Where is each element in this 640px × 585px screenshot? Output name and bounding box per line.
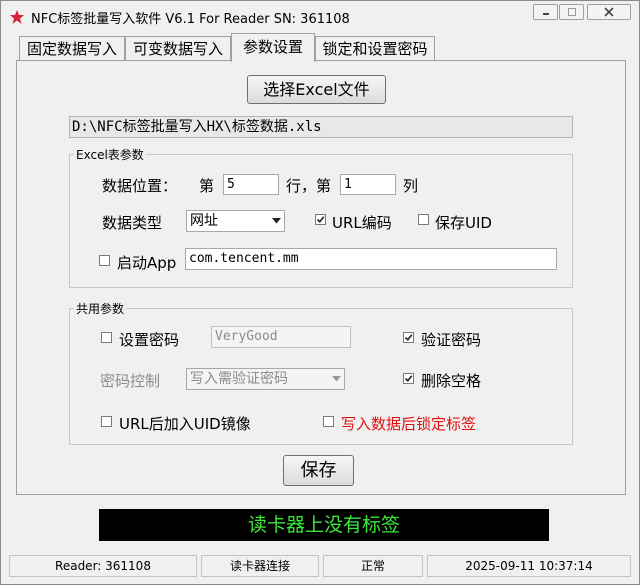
password-control-select[interactable]: 写入需验证密码 [186, 368, 345, 390]
select-excel-button[interactable]: 选择Excel文件 [247, 75, 386, 104]
verify-password-label: 验证密码 [421, 331, 482, 349]
status-reader-sn: Reader: 361108 [9, 555, 197, 577]
file-path-field: D:\NFC标签批量写入HX\标签数据.xls [69, 116, 573, 138]
uid-mirror-checkbox[interactable] [101, 416, 112, 427]
remove-spaces-label: 删除空格 [421, 372, 482, 390]
set-password-label: 设置密码 [119, 331, 180, 349]
save-button[interactable]: 保存 [283, 455, 354, 486]
status-datetime: 2025-09-11 10:37:14 [427, 555, 631, 577]
window-title: NFC标签批量写入软件 V6.1 For Reader SN: 361108 [31, 12, 350, 27]
status-state: 正常 [323, 555, 423, 577]
uid-mirror-label: URL后加入UID镜像 [119, 415, 251, 433]
status-connection: 读卡器连接 [201, 555, 319, 577]
excel-group-title: Excel表参数 [74, 146, 146, 163]
tab-lock-password[interactable]: 锁定和设置密码 [315, 36, 435, 61]
row-suffix-label: 行，第 [286, 177, 332, 195]
launch-app-checkbox[interactable] [99, 255, 110, 266]
checkmark-icon [316, 216, 325, 223]
password-control-value: 写入需验证密码 [190, 371, 288, 387]
status-bar: Reader: 361108 读卡器连接 正常 2025-09-11 10:37… [1, 555, 639, 579]
password-input[interactable]: VeryGood [211, 326, 351, 348]
column-number-input[interactable]: 1 [340, 174, 396, 195]
chevron-down-icon [328, 369, 344, 389]
maximize-icon [567, 8, 576, 16]
column-suffix-label: 列 [403, 177, 419, 195]
launch-app-label: 启动App [117, 254, 177, 272]
set-password-checkbox[interactable] [101, 332, 112, 343]
data-position-label: 数据位置： [102, 177, 178, 195]
maximize-button[interactable] [559, 4, 584, 20]
verify-password-checkbox[interactable] [403, 332, 414, 343]
data-type-value: 网址 [190, 213, 218, 229]
common-group-title: 共用参数 [74, 300, 127, 317]
row-prefix-label: 第 [199, 177, 215, 195]
minimize-icon [542, 13, 549, 15]
checkmark-icon [404, 334, 413, 341]
remove-spaces-checkbox[interactable] [403, 373, 414, 384]
tab-parameter-settings[interactable]: 参数设置 [231, 33, 315, 62]
app-logo-icon [10, 10, 24, 24]
password-control-label: 密码控制 [100, 372, 161, 390]
app-window: NFC标签批量写入软件 V6.1 For Reader SN: 361108 固… [0, 0, 640, 585]
save-uid-checkbox[interactable] [418, 214, 429, 225]
reader-status-message: 读卡器上没有标签 [99, 509, 549, 541]
tab-fixed-data[interactable]: 固定数据写入 [19, 36, 125, 61]
url-encode-checkbox[interactable] [315, 214, 326, 225]
chevron-down-icon [268, 211, 284, 231]
title-bar: NFC标签批量写入软件 V6.1 For Reader SN: 361108 [1, 1, 639, 31]
save-uid-label: 保存UID [435, 214, 492, 232]
minimize-button[interactable] [533, 4, 558, 20]
data-type-select[interactable]: 网址 [186, 210, 285, 232]
data-type-label: 数据类型 [102, 214, 163, 232]
close-button[interactable] [587, 4, 631, 20]
checkmark-icon [404, 375, 413, 382]
url-encode-label: URL编码 [332, 214, 392, 232]
close-icon [604, 7, 614, 17]
lock-after-write-checkbox[interactable] [323, 416, 334, 427]
row-number-input[interactable]: 5 [223, 174, 279, 195]
lock-after-write-label: 写入数据后锁定标签 [341, 415, 477, 433]
tab-variable-data[interactable]: 可变数据写入 [125, 36, 231, 61]
app-package-input[interactable]: com.tencent.mm [185, 248, 557, 270]
